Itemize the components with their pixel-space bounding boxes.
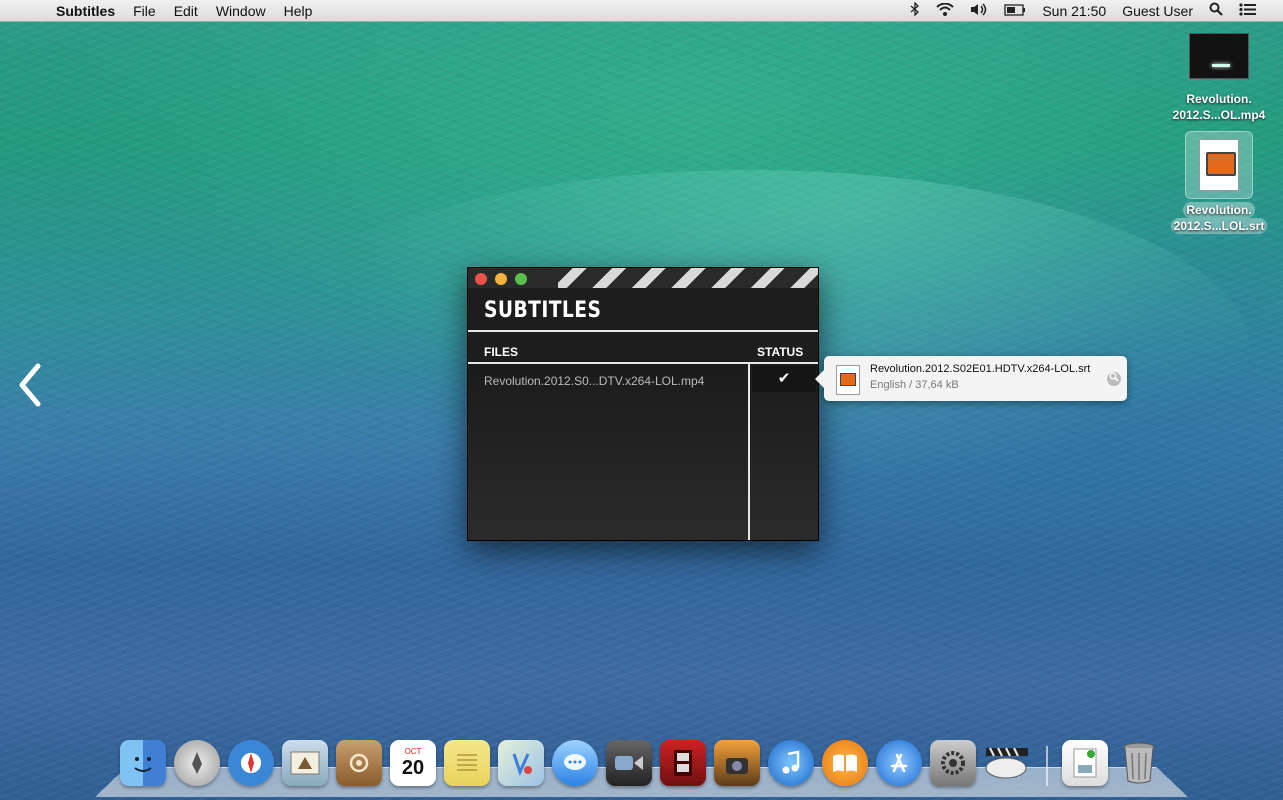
menu-edit[interactable]: Edit	[165, 3, 207, 19]
menu-window[interactable]: Window	[207, 3, 275, 19]
column-header-status: STATUS	[757, 345, 804, 359]
calendar-icon[interactable]: OCT 20	[390, 740, 436, 786]
app-store-icon[interactable]	[876, 740, 922, 786]
subtitle-meta: English / 37,64 kB	[870, 379, 959, 391]
contacts-icon[interactable]	[336, 740, 382, 786]
ibooks-icon[interactable]	[822, 740, 868, 786]
menu-clock[interactable]: Sun 21:50	[1034, 3, 1114, 19]
checkmark-icon[interactable]: ✔	[752, 366, 816, 392]
maps-icon[interactable]	[498, 740, 544, 786]
close-button[interactable]	[475, 273, 487, 285]
spotlight-search-icon[interactable]	[1201, 2, 1231, 19]
iphoto-icon[interactable]	[714, 740, 760, 786]
notification-center-icon[interactable]	[1231, 2, 1265, 19]
notes-icon[interactable]	[444, 740, 490, 786]
desktop-icon-label-line2: 2012.S...OL.mp4	[1172, 108, 1266, 122]
volume-icon[interactable]	[962, 2, 996, 19]
srt-file-icon	[1185, 131, 1253, 199]
desktop-icon-label-line1: Revolution.	[1186, 92, 1252, 106]
divider	[468, 330, 818, 332]
dock: OCT 20	[120, 734, 1170, 786]
desktop-icon-label-line1: Revolution.	[1183, 202, 1255, 218]
dock-separator	[1046, 746, 1048, 786]
file-row-name[interactable]: Revolution.2012.S0...DTV.x264-LOL.mp4	[484, 374, 704, 388]
itunes-icon[interactable]	[768, 740, 814, 786]
menu-app-name[interactable]: Subtitles	[44, 3, 124, 19]
mail-icon[interactable]	[282, 740, 328, 786]
window-title: SUBTITLES	[484, 298, 602, 323]
trash-icon[interactable]	[1116, 740, 1162, 786]
calendar-day: 20	[401, 757, 425, 779]
battery-icon[interactable]	[996, 3, 1034, 19]
documents-folder-icon[interactable]	[1062, 740, 1108, 786]
calendar-month: OCT	[404, 747, 422, 756]
wifi-icon[interactable]	[928, 2, 962, 19]
facetime-icon[interactable]	[606, 740, 652, 786]
system-preferences-icon[interactable]	[930, 740, 976, 786]
srt-file-icon	[836, 365, 860, 395]
zoom-button[interactable]	[515, 273, 527, 285]
photo-booth-icon[interactable]	[660, 740, 706, 786]
finder-icon[interactable]	[120, 740, 166, 786]
minimize-button[interactable]	[495, 273, 507, 285]
launchpad-icon[interactable]	[174, 740, 220, 786]
messages-icon[interactable]	[552, 740, 598, 786]
bluetooth-icon[interactable]	[902, 1, 928, 19]
menu-file[interactable]: File	[124, 3, 165, 19]
subtitles-window: SUBTITLES FILES STATUS Revolution.2012.S…	[467, 267, 819, 541]
safari-icon[interactable]	[228, 740, 274, 786]
back-chevron-icon[interactable]	[14, 362, 44, 408]
desktop-icon-mp4[interactable]: Revolution. 2012.S...OL.mp4	[1164, 33, 1274, 123]
subtitle-filename[interactable]: Revolution.2012.S02E01.HDTV.x264-LOL.srt	[870, 363, 1090, 375]
menu-bar: Subtitles File Edit Window Help Sun 21:5…	[0, 0, 1283, 22]
subtitle-popover: Revolution.2012.S02E01.HDTV.x264-LOL.srt…	[815, 356, 1127, 401]
file-list[interactable]	[468, 364, 748, 540]
fast-user-switch[interactable]: Guest User	[1114, 3, 1201, 19]
desktop-icon-srt[interactable]: Revolution. 2012.S...LOL.srt	[1164, 131, 1274, 234]
reveal-magnifier-icon[interactable]	[1107, 372, 1121, 386]
desktop-icon-label-line2: 2012.S...LOL.srt	[1170, 218, 1268, 234]
video-thumbnail-icon	[1189, 33, 1249, 79]
column-header-files: FILES	[484, 345, 519, 359]
column-divider	[748, 364, 750, 540]
subtitles-app-icon[interactable]	[984, 740, 1030, 786]
menu-help[interactable]: Help	[275, 3, 322, 19]
window-controls	[475, 273, 527, 285]
